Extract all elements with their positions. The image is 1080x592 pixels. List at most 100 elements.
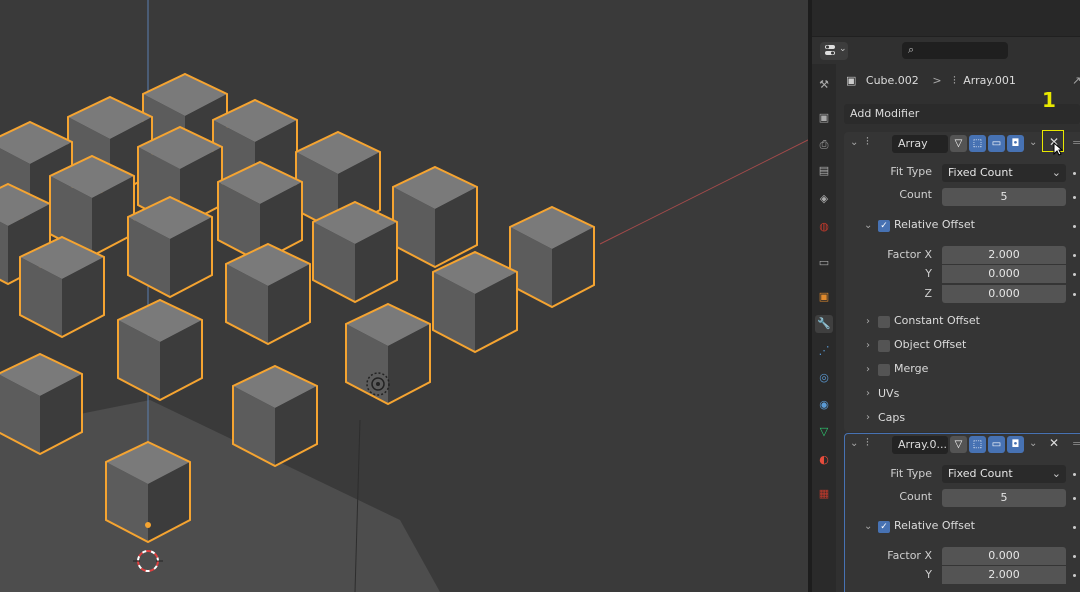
keyframe-dot[interactable] (1073, 225, 1076, 228)
caps-subpanel-label[interactable]: Caps (878, 411, 905, 424)
fit-type-dropdown[interactable]: Fixed Count ⌄ (942, 164, 1066, 182)
view-layer-tab-icon[interactable]: ▤ (815, 162, 833, 180)
constant-offset-checkbox[interactable] (878, 316, 890, 328)
edit-mode-cage-icon[interactable]: ▽ (950, 436, 967, 453)
cube-object (0, 353, 83, 455)
cube-object (432, 251, 518, 353)
cube-object (127, 196, 213, 298)
wrench-modifier-tab-icon[interactable]: 🔧 (815, 315, 833, 333)
viewport-display-toggle-icon[interactable]: ▭ (988, 135, 1005, 152)
keyframe-dot[interactable] (1073, 293, 1076, 296)
keyframe-dot[interactable] (1073, 254, 1076, 257)
relative-offset-chevron-icon[interactable]: ⌄ (864, 521, 872, 532)
factor-x-label: Factor X (887, 248, 932, 261)
modifier-name-field[interactable]: Array (892, 135, 948, 153)
constant-offset-label[interactable]: Constant Offset (894, 314, 980, 327)
render-tab-icon[interactable]: ▣ (815, 109, 833, 127)
expand-chevron-icon[interactable]: › (866, 412, 870, 423)
cube-object (509, 206, 595, 308)
texture-tab-icon[interactable]: ▦ (815, 485, 833, 503)
search-input[interactable]: ⌕ (902, 42, 1008, 59)
expand-chevron-icon[interactable]: › (866, 388, 870, 399)
drag-handle-icon[interactable]: = (1072, 136, 1080, 149)
relative-offset-checkbox[interactable]: ✓ (878, 521, 890, 533)
cube-object (312, 201, 398, 303)
chevron-down-icon: ⌄ (1051, 467, 1061, 480)
world-tab-icon[interactable]: ◍ (815, 218, 833, 236)
object-offset-label[interactable]: Object Offset (894, 338, 966, 351)
fit-type-value: Fixed Count (948, 166, 1013, 179)
viewport-display-toggle-icon[interactable]: ▭ (988, 436, 1005, 453)
count-field[interactable]: 5 (942, 489, 1066, 507)
merge-checkbox[interactable] (878, 364, 890, 376)
factor-z-field[interactable]: 0.000 (942, 285, 1066, 303)
mouse-cursor-icon (1053, 141, 1064, 159)
object-tab-icon[interactable]: ▣ (815, 288, 833, 306)
breadcrumb: ▣ Cube.002 > ⫶ Array.001 ↗ (846, 72, 1080, 90)
properties-tabs: ⚒ ▣ ⎙ ▤ ◈ ◍ ▭ ▣ 🔧 ⋰ ◎ ◉ ▽ ◐ ▦ (812, 64, 836, 592)
fit-type-value: Fixed Count (948, 467, 1013, 480)
pin-icon[interactable]: ↗ (1072, 72, 1080, 90)
keyframe-dot[interactable] (1073, 574, 1076, 577)
properties-editor-icon (824, 44, 836, 56)
keyframe-dot[interactable] (1073, 555, 1076, 558)
3d-viewport[interactable] (0, 0, 808, 592)
modifier-menu-chevron-icon[interactable]: ⌄ (1029, 438, 1037, 449)
uvs-subpanel-label[interactable]: UVs (878, 387, 899, 400)
relative-offset-chevron-icon[interactable]: ⌄ (864, 220, 872, 231)
viewport-scene[interactable] (0, 0, 808, 592)
render-toggle-icon[interactable]: ◘ (1007, 135, 1024, 152)
expand-chevron-icon[interactable]: › (866, 316, 870, 327)
cube-object (392, 166, 478, 268)
modifier-menu-chevron-icon[interactable]: ⌄ (1029, 137, 1037, 148)
editor-top-area (812, 0, 1080, 37)
relative-offset-checkbox[interactable]: ✓ (878, 220, 890, 232)
magnifier-icon: ⌕ (908, 43, 915, 56)
fit-type-dropdown[interactable]: Fixed Count ⌄ (942, 465, 1066, 483)
object-origin (145, 522, 151, 528)
physics-tab-icon[interactable]: ◎ (815, 369, 833, 387)
factor-x-field[interactable]: 2.000 (942, 246, 1066, 264)
editor-type-dropdown[interactable]: ⌄ (820, 42, 848, 60)
edit-mode-toggle-icon[interactable]: ⬚ (969, 135, 986, 152)
properties-editor: ⌄ ⌕ ⚒ ▣ ⎙ ▤ ◈ ◍ ▭ ▣ 🔧 ⋰ ◎ ◉ ▽ ◐ ▦ ▣ Cube… (812, 0, 1080, 592)
factor-x-field[interactable]: 0.000 (942, 547, 1066, 565)
expand-chevron-icon[interactable]: › (866, 340, 870, 351)
drag-handle-icon[interactable]: = (1072, 437, 1080, 450)
edit-mode-toggle-icon[interactable]: ⬚ (969, 436, 986, 453)
modifier-name-field[interactable]: Array.0... (892, 436, 948, 454)
close-icon[interactable]: ✕ (1049, 436, 1059, 450)
data-tab-icon[interactable]: ▽ (815, 423, 833, 441)
expand-chevron-icon[interactable]: › (866, 364, 870, 375)
factor-y-field[interactable]: 0.000 (942, 265, 1066, 283)
cube-object (225, 243, 311, 345)
scene-tab-icon[interactable]: ◈ (815, 190, 833, 208)
keyframe-dot[interactable] (1073, 473, 1076, 476)
collection-tab-icon[interactable]: ▭ (815, 254, 833, 272)
edit-mode-cage-icon[interactable]: ▽ (950, 135, 967, 152)
keyframe-dot[interactable] (1073, 273, 1076, 276)
relative-offset-label: Relative Offset (894, 519, 975, 532)
material-tab-icon[interactable]: ◐ (815, 451, 833, 469)
constraints-tab-icon[interactable]: ◉ (815, 396, 833, 414)
cube-object (232, 365, 318, 467)
factor-y-field[interactable]: 2.000 (942, 566, 1066, 584)
keyframe-dot[interactable] (1073, 526, 1076, 529)
render-toggle-icon[interactable]: ◘ (1007, 436, 1024, 453)
particles-tab-icon[interactable]: ⋰ (815, 342, 833, 360)
fit-type-label: Fit Type (890, 467, 932, 480)
object-offset-checkbox[interactable] (878, 340, 890, 352)
array-modifier-icon: ⫶ (866, 436, 869, 449)
output-tab-icon[interactable]: ⎙ (815, 136, 833, 154)
keyframe-dot[interactable] (1073, 196, 1076, 199)
count-field[interactable]: 5 (942, 188, 1066, 206)
collapse-chevron-icon[interactable]: ⌄ (850, 438, 858, 449)
step-annotation-label: 1 (1042, 88, 1056, 112)
chevron-down-icon: ⌄ (1051, 166, 1061, 179)
keyframe-dot[interactable] (1073, 172, 1076, 175)
chevron-down-icon: ⌄ (839, 44, 847, 54)
keyframe-dot[interactable] (1073, 497, 1076, 500)
collapse-chevron-icon[interactable]: ⌄ (850, 137, 858, 148)
tool-tab-icon[interactable]: ⚒ (815, 76, 833, 94)
merge-label[interactable]: Merge (894, 362, 928, 375)
